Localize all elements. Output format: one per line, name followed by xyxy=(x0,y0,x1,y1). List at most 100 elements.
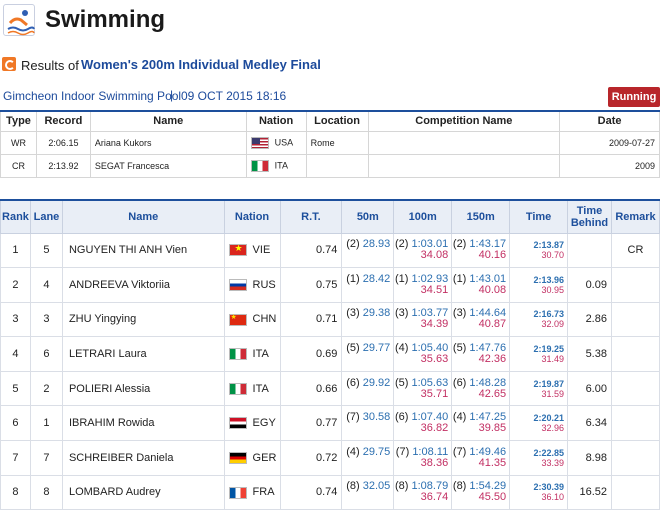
col-100m: 100m xyxy=(393,199,453,234)
remark-cell xyxy=(610,370,660,407)
final-time: 2:16.73 32.09 xyxy=(509,301,569,338)
lane-cell: 3 xyxy=(29,301,63,338)
split-50m: (4) 29.75 xyxy=(341,440,395,476)
col-time: Time xyxy=(509,199,569,234)
vie-flag-icon xyxy=(228,243,247,257)
record-competition xyxy=(367,130,561,155)
col-remark: Remark xyxy=(610,199,660,234)
athlete-name: POLIERI Alessia xyxy=(61,370,225,407)
reaction-time: 0.72 xyxy=(279,440,343,476)
split-100m: (5) 1:05.63 35.71 xyxy=(393,370,453,407)
reaction-time: 0.74 xyxy=(279,474,343,510)
records-header-row: Type Record Name Nation Location Competi… xyxy=(0,110,660,132)
col-150m: 150m xyxy=(451,199,511,234)
lane-cell: 1 xyxy=(29,405,63,442)
col-nation: Nation xyxy=(223,199,281,234)
records-header-location: Location xyxy=(305,110,369,132)
rank-cell: 3 xyxy=(0,301,31,338)
split-100m: (3) 1:03.77 34.39 xyxy=(393,301,453,338)
split-100m: (6) 1:07.40 36.82 xyxy=(393,405,453,442)
athlete-name: NGUYEN THI ANH Vien xyxy=(61,232,225,269)
table-row: 4 6 LETRARI Laura ITA 0.69 (5) 29.77 (4) 1:05… xyxy=(0,336,660,372)
rank-cell: 4 xyxy=(0,336,31,372)
time-behind: 6.00 xyxy=(567,370,612,407)
results-header-row: Rank Lane Name Nation R.T. 50m 100m 150m… xyxy=(0,199,660,234)
split-150m: (6) 1:48.28 42.65 xyxy=(451,370,511,407)
records-header-name: Name xyxy=(89,110,247,132)
table-row: 15NGUYEN THI ANH VienVIE0.74(2) 28.93 (2… xyxy=(0,232,660,269)
nation-cell: EGY xyxy=(223,405,281,442)
egy-flag-icon xyxy=(228,417,247,430)
remark-cell xyxy=(610,301,660,338)
lane-cell: 2 xyxy=(29,370,63,407)
table-row: 5 2 POLIERI Alessia ITA 0.66 (6) 29.92 (5) 1:… xyxy=(0,370,660,407)
reaction-time: 0.75 xyxy=(279,267,343,303)
remark-cell xyxy=(610,474,660,510)
fra-flag-icon xyxy=(228,486,247,499)
col-50m: 50m xyxy=(341,199,395,234)
rank-cell: 1 xyxy=(0,232,31,269)
rank-cell: 2 xyxy=(0,267,31,303)
nation-cell: FRA xyxy=(223,474,281,510)
athlete-name: SCHREIBER Daniela xyxy=(61,440,225,476)
record-time: 2:13.92 xyxy=(35,153,91,178)
record-competition xyxy=(367,153,561,178)
table-row: 7 7 SCHREIBER Daniela GER 0.72 (4) 29.75 (7) … xyxy=(0,440,660,476)
status-badge[interactable]: Running xyxy=(608,87,660,107)
record-date: 2009-07-27 xyxy=(559,130,660,155)
records-header-record: Record xyxy=(35,110,91,132)
record-holder: SEGAT Francesca xyxy=(89,153,247,178)
split-50m: (6) 29.92 xyxy=(341,370,395,407)
final-time: 2:30.39 36.10 xyxy=(509,474,569,510)
record-location xyxy=(305,153,369,178)
page-title: Swimming xyxy=(45,6,166,33)
venue-bar: Gimcheon Indoor Swimming Pool | 09 OCT 2… xyxy=(0,87,660,109)
event-title: Women's 200m Individual Medley Final xyxy=(81,57,321,72)
remark-cell xyxy=(610,336,660,372)
results-g-icon xyxy=(2,57,16,71)
nation-cell: GER xyxy=(223,440,281,476)
reaction-time: 0.74 xyxy=(279,232,343,269)
results-prefix: Results of xyxy=(21,58,79,73)
venue-name: Gimcheon Indoor Swimming Pool xyxy=(3,89,182,103)
split-100m: (1) 1:02.93 34.51 xyxy=(393,267,453,303)
split-150m: (3) 1:44.64 40.87 xyxy=(451,301,511,338)
split-150m: (1) 1:43.01 40.08 xyxy=(451,267,511,303)
records-header-date: Date xyxy=(559,110,660,132)
time-behind: 0.09 xyxy=(567,267,612,303)
record-holder: Ariana Kukors xyxy=(89,130,247,155)
time-behind: 8.98 xyxy=(567,440,612,476)
table-row: 2 4 ANDREEVA Viktoriia RUS 0.75 (1) 28.42 (1)… xyxy=(0,267,660,303)
remark-cell xyxy=(610,267,660,303)
time-behind: 2.86 xyxy=(567,301,612,338)
time-behind: 6.34 xyxy=(567,405,612,442)
table-row: 6 1 IBRAHIM Rowida EGY 0.77 (7) 30.58 (6) 1:0… xyxy=(0,405,660,442)
results-table: Rank Lane Name Nation R.T. 50m 100m 150m… xyxy=(0,199,660,510)
split-150m: (2) 1:43.17 40.16 xyxy=(451,232,511,269)
chn-flag-icon xyxy=(228,313,247,326)
col-lane: Lane xyxy=(29,199,63,234)
athlete-name: LETRARI Laura xyxy=(61,336,225,372)
rank-cell: 7 xyxy=(0,440,31,476)
rank-cell: 8 xyxy=(0,474,31,510)
records-header-nation: Nation xyxy=(245,110,307,132)
reaction-time: 0.66 xyxy=(279,370,343,407)
time-behind: 5.38 xyxy=(567,336,612,372)
records-table: Type Record Name Nation Location Competi… xyxy=(0,110,660,178)
lane-cell: 5 xyxy=(29,232,63,269)
nation-cell: ITA xyxy=(223,370,281,407)
split-50m: (3) 29.38 xyxy=(341,301,395,338)
split-100m: (4) 1:05.40 35.63 xyxy=(393,336,453,372)
split-150m: (4) 1:47.25 39.85 xyxy=(451,405,511,442)
final-time: 2:19.87 31.59 xyxy=(509,370,569,407)
nation-cell: ITA xyxy=(223,336,281,372)
records-header-competition: Competition Name xyxy=(367,110,561,132)
split-150m: (5) 1:47.76 42.36 xyxy=(451,336,511,372)
split-100m: (7) 1:08.11 38.36 xyxy=(393,440,453,476)
split-150m: (7) 1:49.46 41.35 xyxy=(451,440,511,476)
ita-flag-icon xyxy=(228,382,247,395)
final-time: 2:13.87 30.70 xyxy=(509,232,569,269)
split-150m: (8) 1:54.29 45.50 xyxy=(451,474,511,510)
lane-cell: 6 xyxy=(29,336,63,372)
results-body: 15NGUYEN THI ANH VienVIE0.74(2) 28.93 (2… xyxy=(0,232,660,510)
